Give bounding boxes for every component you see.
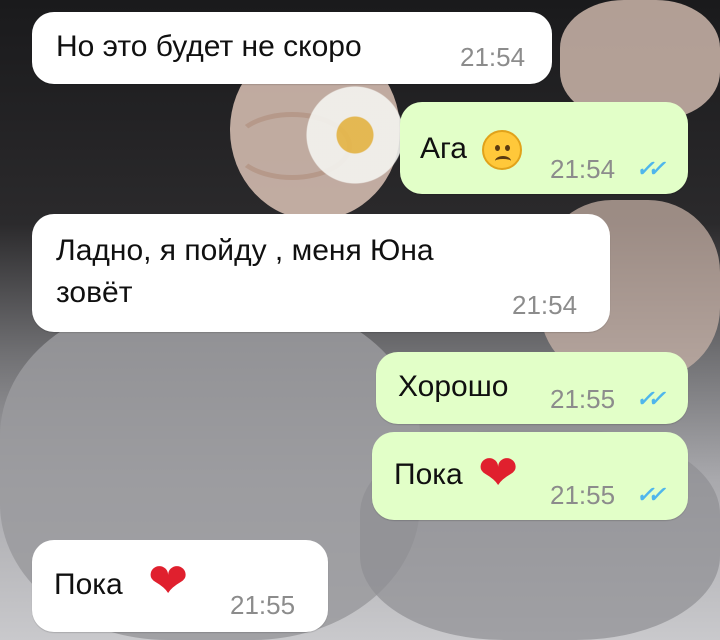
message-text: Хорошо [398, 370, 509, 403]
message-text: Пока [54, 568, 123, 601]
outgoing-message-bubble[interactable]: Хорошо 21:55 ✓✓ [376, 352, 688, 424]
outgoing-message-bubble[interactable]: Пока ❤ 21:55 ✓✓ [372, 432, 688, 520]
wallpaper-photo-detail [300, 80, 410, 190]
incoming-message-bubble[interactable]: Пока ❤ 21:55 [32, 540, 328, 632]
read-double-check-icon: ✓✓ [636, 386, 666, 411]
message-timestamp: 21:55 [550, 384, 616, 414]
message-timestamp: 21:54 [460, 42, 526, 72]
message-timestamp: 21:54 [512, 290, 578, 320]
message-text: Пока [394, 458, 463, 491]
red-heart-emoji-icon: ❤ [148, 555, 189, 608]
message-text: Ага [420, 132, 467, 165]
message-timestamp: 21:55 [230, 590, 296, 620]
message-text: зовёт [56, 276, 133, 309]
sad-face-emoji-icon [482, 130, 522, 170]
outgoing-message-bubble[interactable]: Ага 21:54 ✓✓ [400, 102, 688, 194]
message-text: Но это будет не скоро [56, 30, 362, 63]
message-text: Ладно, я пойду , меня Юна [56, 234, 434, 267]
red-heart-emoji-icon: ❤ [478, 447, 519, 500]
read-double-check-icon: ✓✓ [636, 156, 666, 181]
message-timestamp: 21:54 [550, 154, 616, 184]
incoming-message-bubble[interactable]: Ладно, я пойду , меня Юна зовёт 21:54 [32, 214, 610, 332]
message-timestamp: 21:55 [550, 480, 616, 510]
read-double-check-icon: ✓✓ [636, 482, 666, 507]
incoming-message-bubble[interactable]: Но это будет не скоро 21:54 [32, 12, 552, 84]
